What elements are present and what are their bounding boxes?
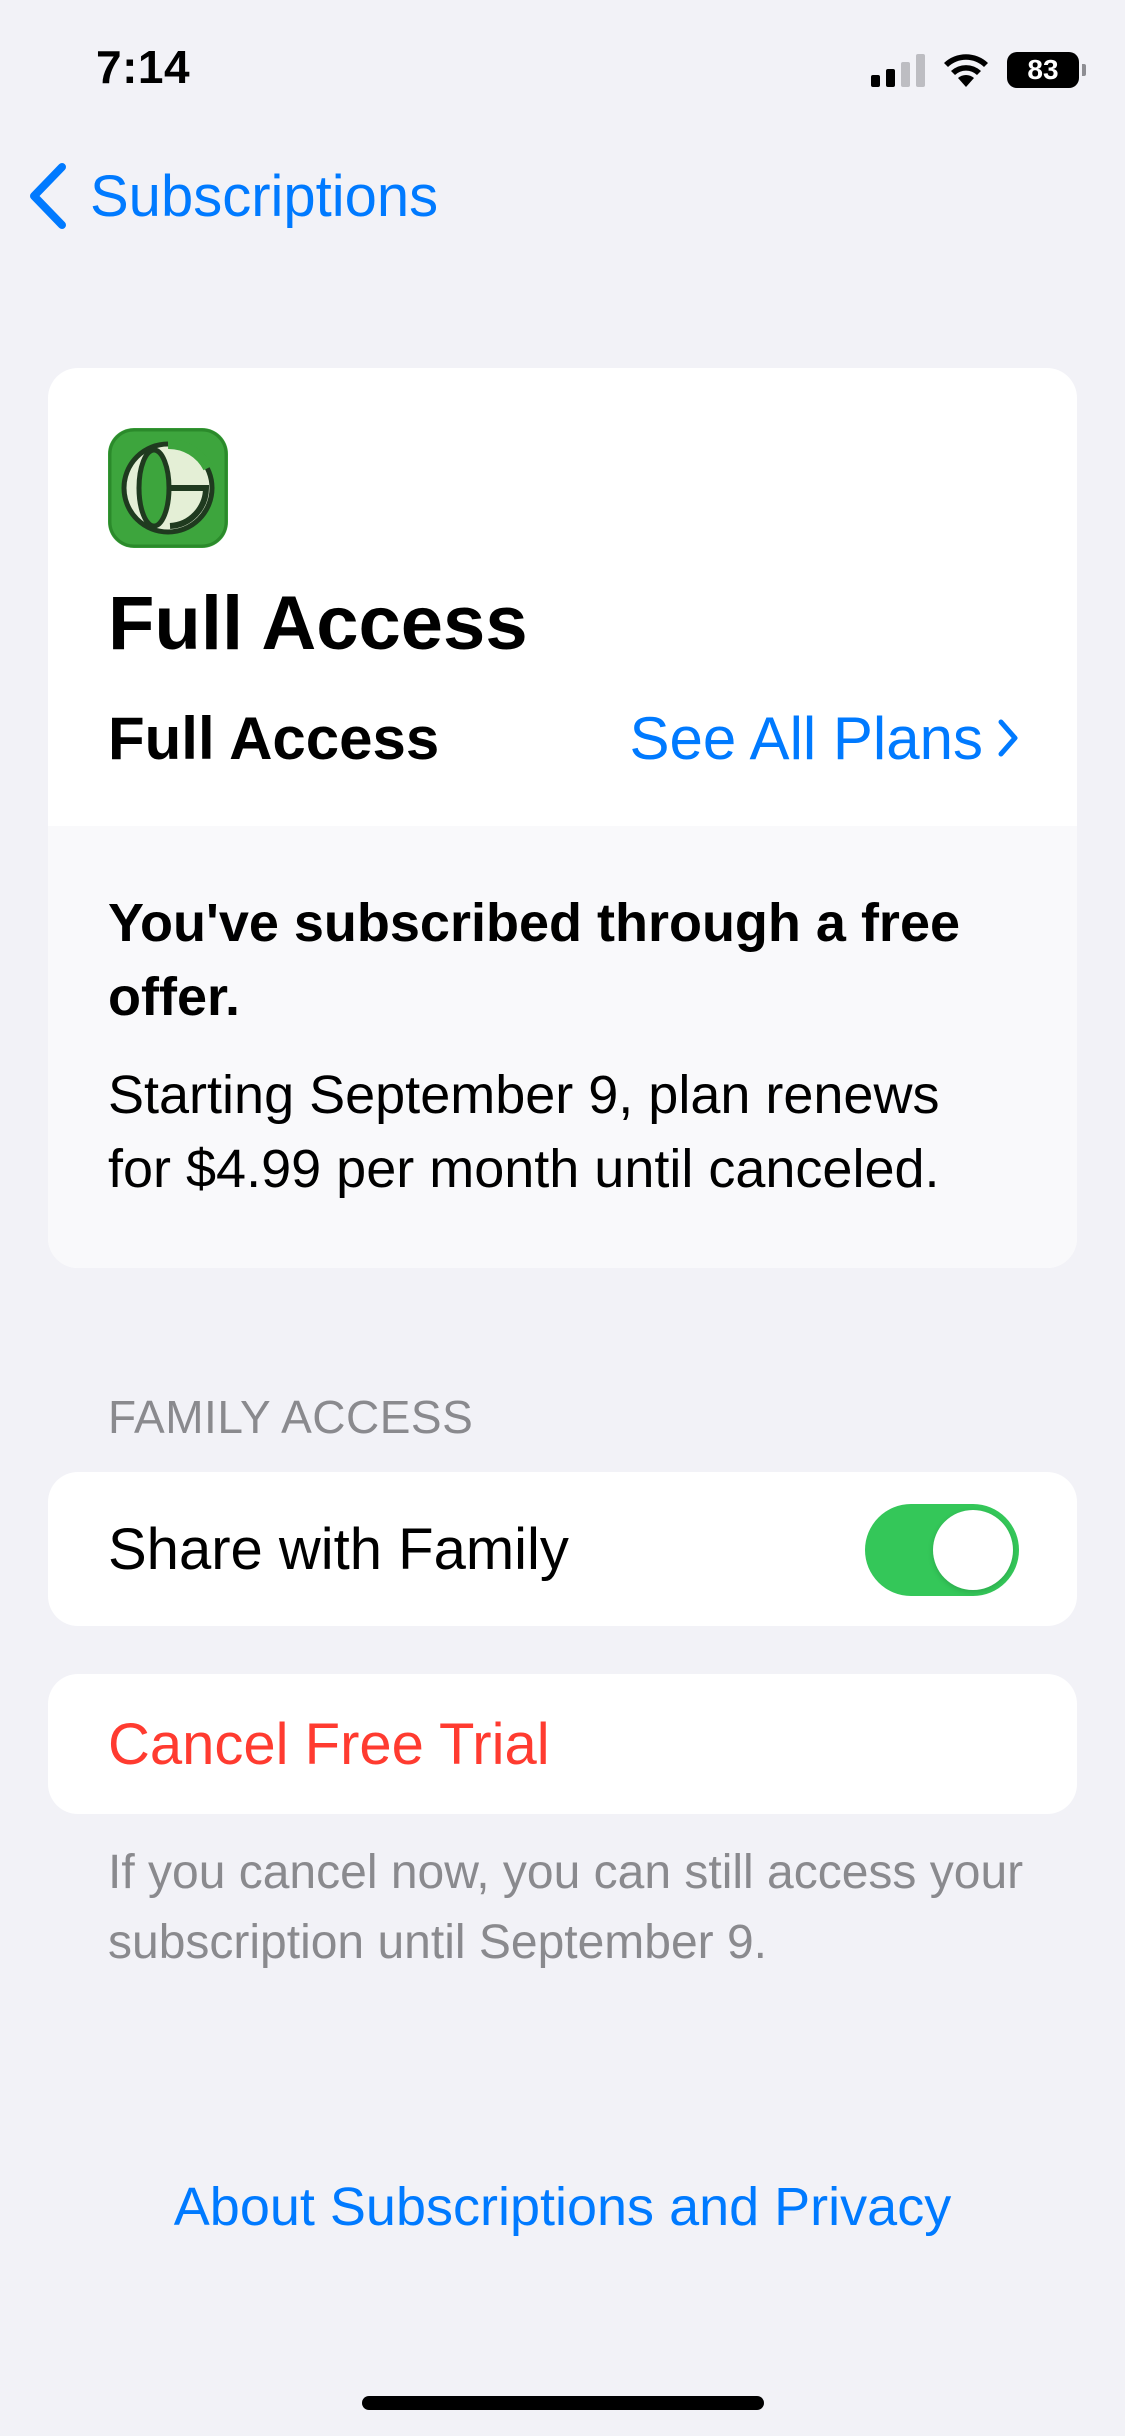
see-all-plans-button[interactable]: See All Plans <box>629 704 1019 773</box>
plan-title: Full Access <box>108 581 528 666</box>
family-access-header: FAMILY ACCESS <box>108 1391 474 1443</box>
offer-title: You've subscribed through a free offer. <box>108 893 961 1027</box>
status-bar: 7:14 83 <box>0 0 1125 140</box>
share-with-family-label: Share with Family <box>108 1516 569 1582</box>
plan-card: Full Access Full Access See All Plans Yo… <box>48 368 1077 1268</box>
plan-row: Full Access See All Plans <box>108 693 1019 783</box>
cancel-free-trial-label: Cancel Free Trial <box>108 1711 550 1777</box>
battery-level: 83 <box>1027 54 1059 85</box>
cancel-footnote: If you cancel now, you can still access … <box>108 1846 1024 1969</box>
share-with-family-toggle[interactable] <box>865 1504 1019 1596</box>
battery-icon: 83 <box>1007 52 1086 88</box>
see-all-plans-label: See All Plans <box>629 704 983 772</box>
wifi-icon <box>944 54 988 87</box>
offer-text: Starting September 9, plan renews for $4… <box>108 1065 940 1199</box>
back-button[interactable]: Subscriptions <box>26 158 438 234</box>
share-with-family-row: Share with Family <box>48 1472 1077 1626</box>
chevron-right-icon <box>998 719 1018 757</box>
status-time: 7:14 <box>96 41 191 93</box>
subscription-detail-screen: 7:14 83 Subscriptions Full Access Full A… <box>0 0 1125 2436</box>
toggle-knob <box>933 1510 1013 1590</box>
cellular-signal-icon <box>871 53 925 87</box>
back-button-label: Subscriptions <box>90 163 439 229</box>
app-logo-icon <box>108 428 228 548</box>
cancel-free-trial-button[interactable]: Cancel Free Trial <box>48 1674 1077 1814</box>
status-icons: 83 <box>871 48 1086 92</box>
plan-name: Full Access <box>108 704 440 772</box>
about-subscriptions-privacy-link[interactable]: About Subscriptions and Privacy <box>0 2176 1125 2238</box>
offer-info: You've subscribed through a free offer. … <box>48 826 1077 1268</box>
chevron-left-icon <box>30 163 66 229</box>
home-indicator <box>362 2396 764 2410</box>
